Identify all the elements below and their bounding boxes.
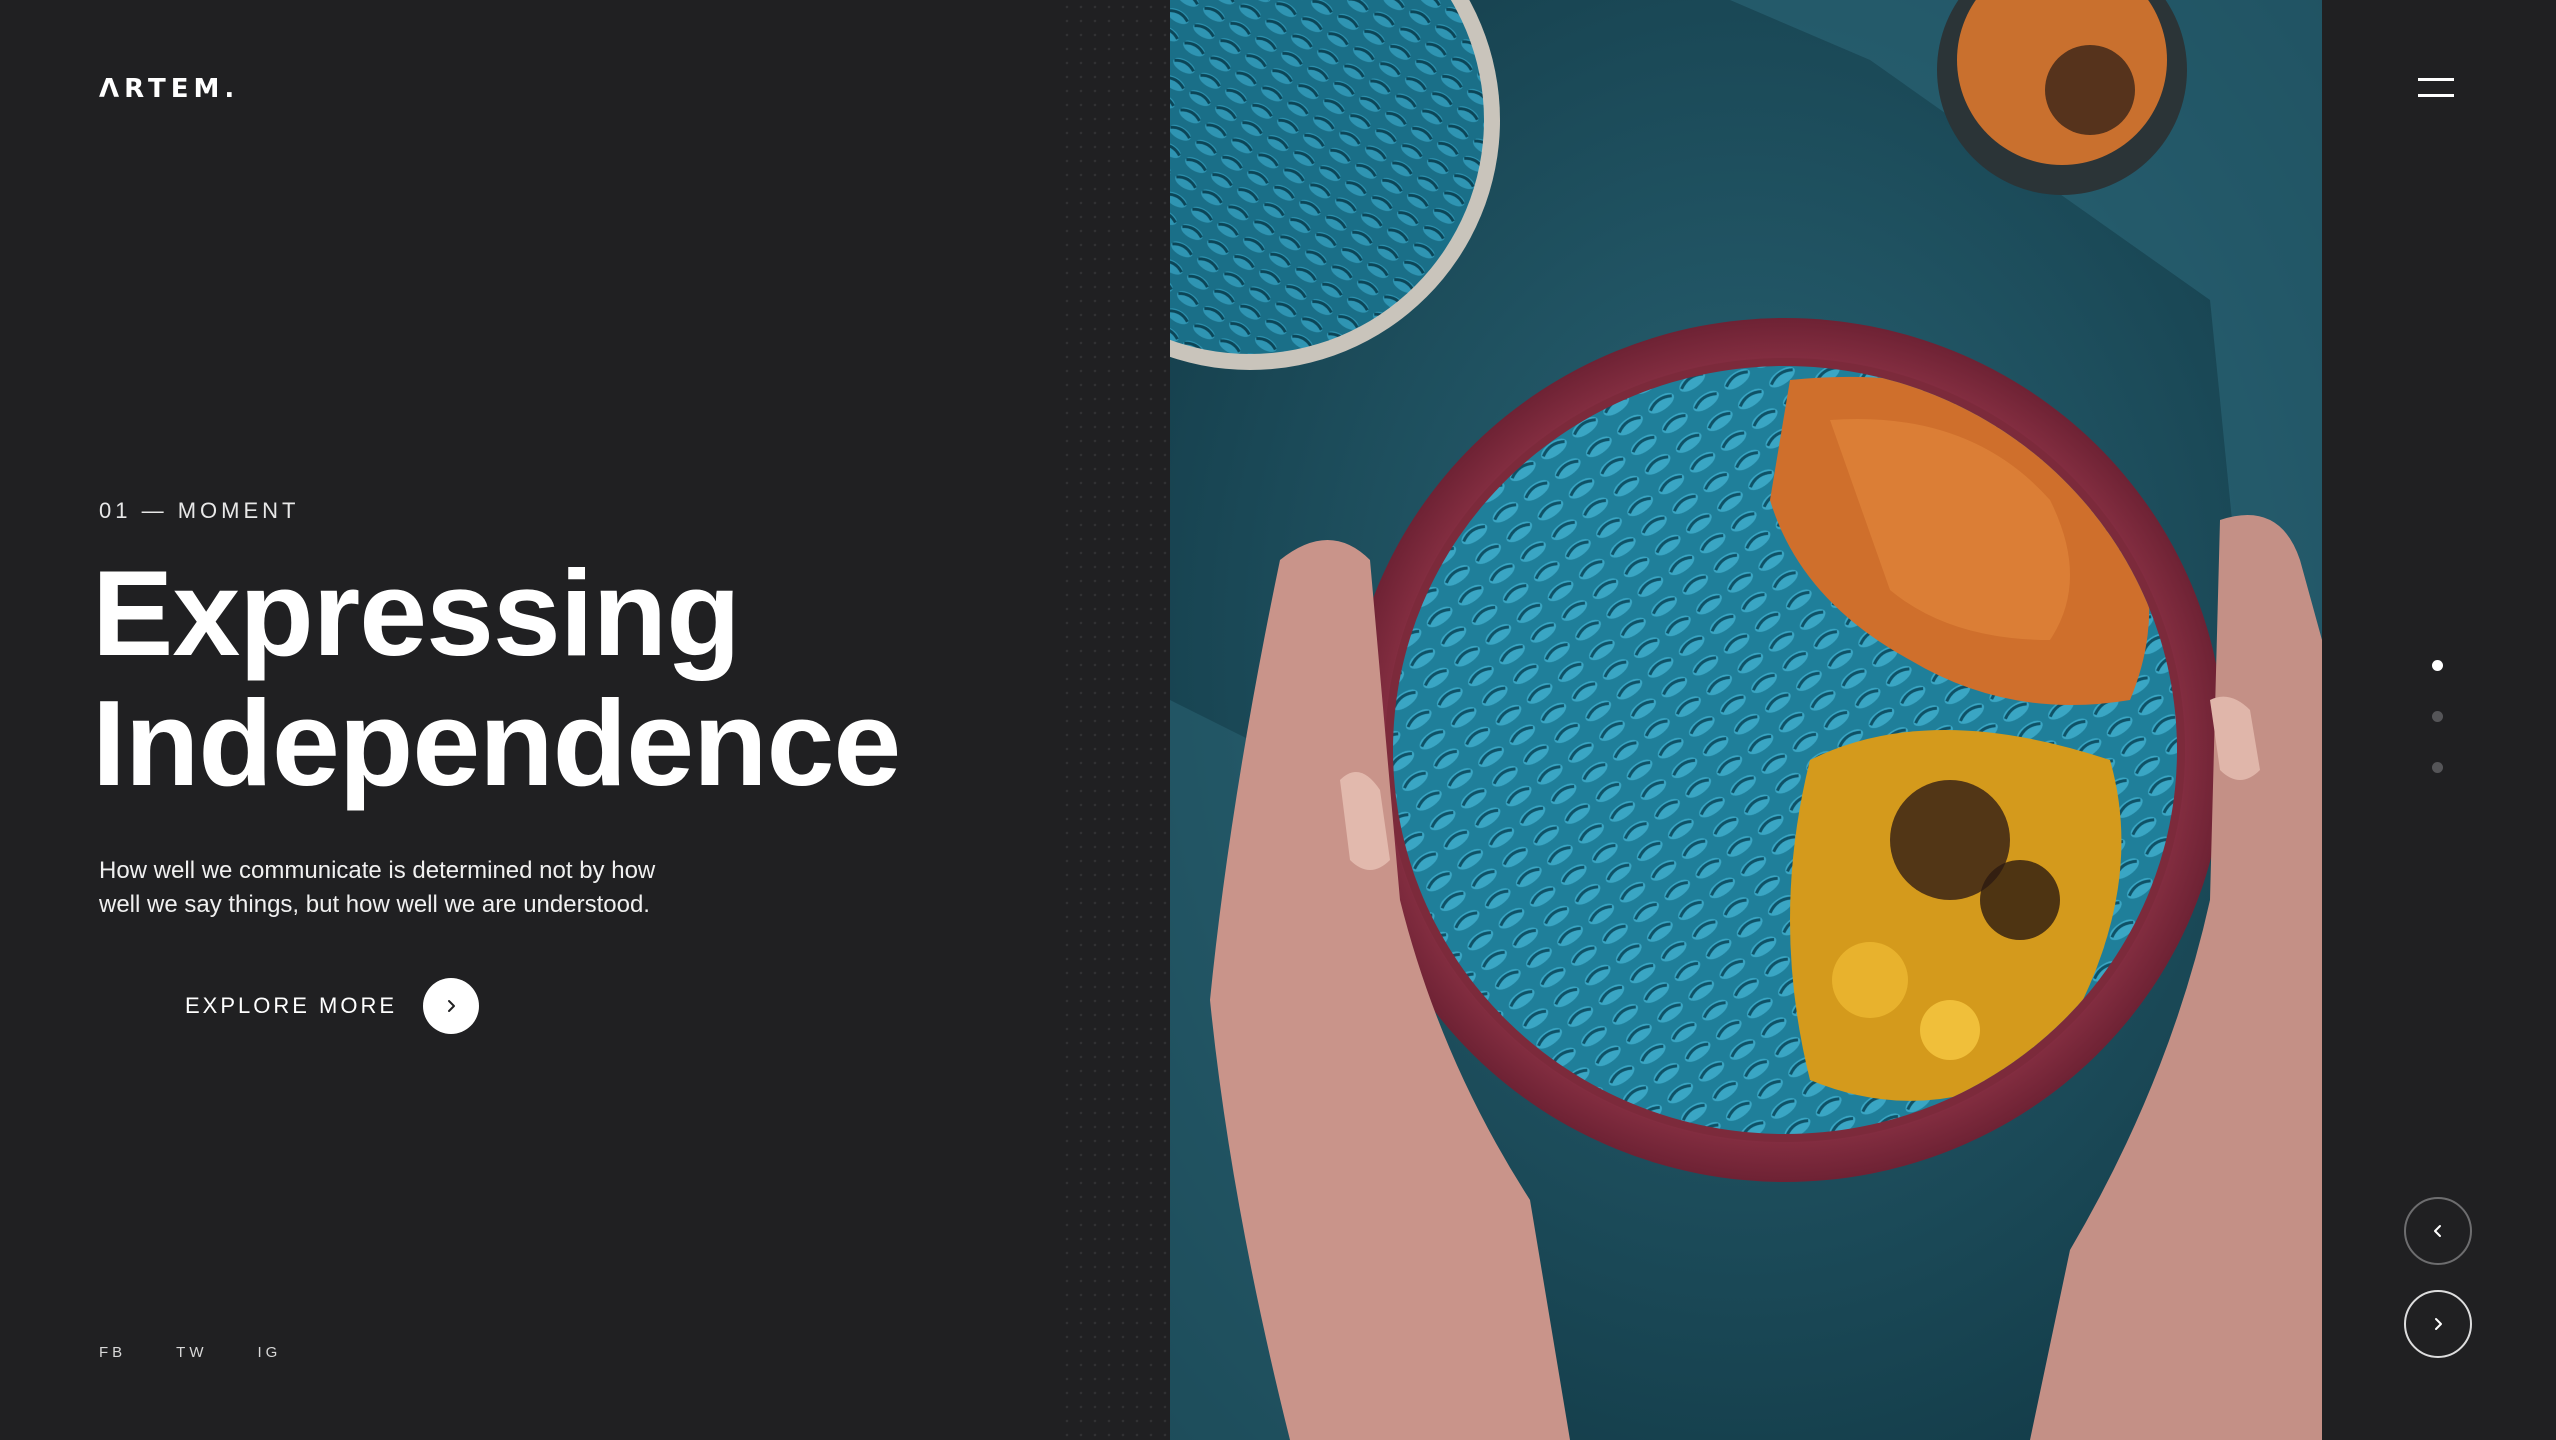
pagination-dot-3[interactable]	[2432, 762, 2443, 773]
hero-food-photo	[1170, 0, 2322, 1440]
social-links: FB TW IG	[99, 1344, 281, 1361]
pagination-dot-1[interactable]	[2432, 660, 2443, 671]
slide-title-line-1: Expressing	[92, 545, 741, 681]
explore-more-button[interactable]: EXPLORE MORE	[185, 977, 480, 1035]
social-link-twitter[interactable]: TW	[176, 1344, 207, 1361]
pagination-dot-2[interactable]	[2432, 711, 2443, 722]
chevron-right-icon[interactable]	[423, 978, 480, 1034]
menu-bar	[2418, 94, 2454, 97]
slide-title-line-2: Independence	[92, 675, 901, 811]
dot-pattern-decoration	[1060, 0, 1170, 1440]
slide-pagination	[2432, 660, 2443, 773]
slide-title: Expressing Independence	[92, 545, 901, 811]
social-link-facebook[interactable]: FB	[99, 1344, 126, 1361]
previous-slide-button[interactable]	[2404, 1197, 2472, 1265]
chevron-left-icon	[2434, 1225, 2441, 1237]
chevron-right-icon	[2435, 1318, 2442, 1330]
slide-eyebrow: 01 — MOMENT	[99, 498, 300, 523]
brand-logo[interactable]: ΛRTEM.	[99, 74, 239, 104]
menu-bar	[2418, 78, 2454, 81]
hamburger-menu-icon[interactable]	[2418, 74, 2456, 100]
slide-description: How well we communicate is determined no…	[99, 857, 656, 918]
social-link-instagram[interactable]: IG	[258, 1344, 282, 1361]
next-slide-button[interactable]	[2404, 1290, 2472, 1358]
explore-more-label: EXPLORE MORE	[185, 993, 398, 1018]
